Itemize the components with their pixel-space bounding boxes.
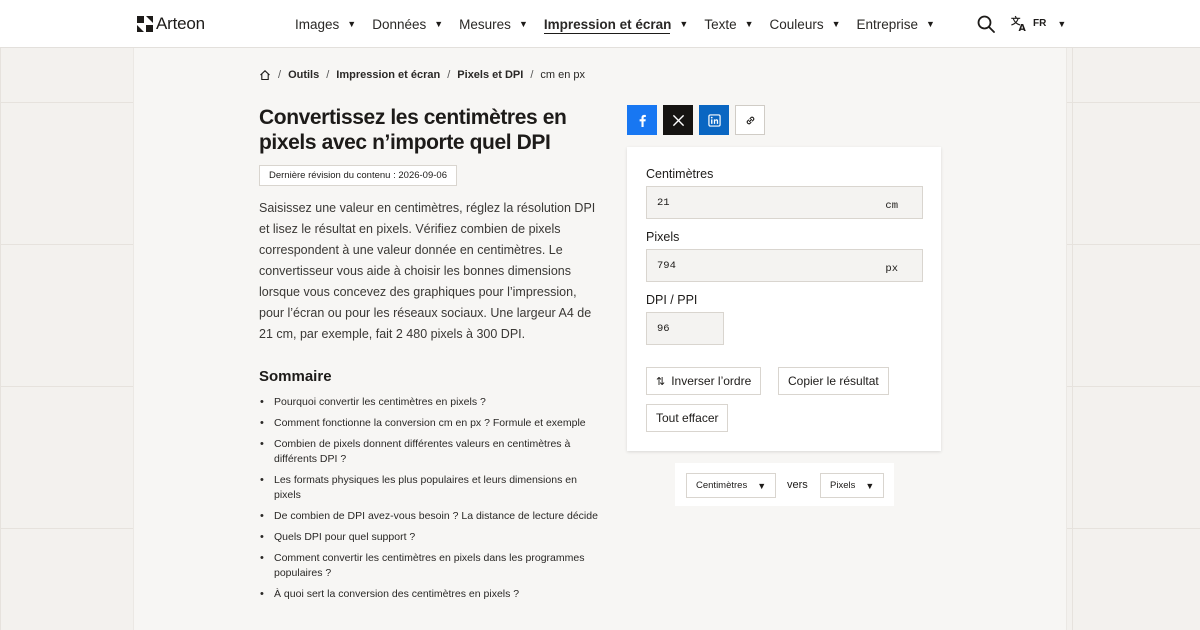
nav-item-entreprise[interactable]: Entreprise ▼ — [857, 0, 935, 48]
caret-down-icon: ▼ — [757, 480, 767, 491]
toc-item[interactable]: De combien de DPI avez-vous besoin ? La … — [259, 509, 599, 524]
language-selector[interactable]: 文 A FR ▼ — [1011, 15, 1066, 32]
converter-panel: Centimètres 21 cm Pixels 794 px DPI / PP… — [627, 147, 941, 451]
nav-item-texte[interactable]: Texte ▼ — [704, 0, 753, 48]
breadcrumb-separator: / — [447, 69, 451, 81]
breadcrumb-separator: / — [326, 69, 330, 81]
facebook-icon — [639, 114, 646, 127]
translate-icon: 文 A — [1011, 15, 1027, 32]
caret-down-icon: ▼ — [347, 19, 357, 29]
px-value: 794 — [657, 259, 676, 272]
breadcrumb-pixels-dpi[interactable]: Pixels et DPI — [457, 69, 523, 81]
toc-item[interactable]: Quels DPI pour quel support ? — [259, 530, 599, 545]
language-code: FR — [1033, 18, 1047, 29]
logo-text: Arteon — [156, 14, 205, 33]
px-unit: px — [885, 263, 898, 275]
share-buttons — [627, 105, 765, 135]
intro-paragraph: Saisissez une valeur en centimètres, rég… — [259, 201, 596, 341]
share-linkedin-button[interactable] — [699, 105, 729, 135]
caret-down-icon: ▼ — [744, 19, 754, 29]
cm-value: 21 — [657, 196, 670, 209]
nav-item-impression-ecran[interactable]: Impression et écran ▼ — [543, 0, 689, 48]
nav-label: Images — [295, 16, 340, 32]
breadcrumb-outils[interactable]: Outils — [288, 69, 319, 81]
clear-all-button[interactable]: Tout effacer — [646, 404, 729, 432]
nav-label: Impression et écran — [543, 16, 672, 32]
cm-unit: cm — [885, 200, 898, 212]
search-button[interactable] — [977, 15, 995, 33]
x-icon — [672, 114, 684, 126]
nav-label: Mesures — [459, 16, 511, 32]
search-icon — [977, 15, 995, 33]
nav-item-donnees[interactable]: Données ▼ — [372, 0, 443, 48]
nav-item-images[interactable]: Images ▼ — [295, 0, 356, 48]
caret-down-icon: ▼ — [518, 19, 528, 29]
to-unit-value: Pixels — [830, 480, 856, 491]
toc-item[interactable]: Comment convertir les centimètres en pix… — [259, 551, 599, 581]
caret-down-icon: ▼ — [926, 19, 935, 29]
nav-label: Texte — [704, 16, 737, 32]
breadcrumb-separator: / — [530, 69, 534, 81]
direction-vers: vers — [787, 479, 808, 491]
dpi-input[interactable]: 96 — [646, 312, 724, 345]
caret-down-icon: ▼ — [1057, 18, 1067, 29]
from-unit-value: Centimètres — [696, 480, 748, 491]
toc-title: Sommaire — [259, 368, 332, 385]
to-unit-select[interactable]: Pixels ▼ — [820, 473, 885, 498]
conversion-direction: Centimètres ▼ vers Pixels ▼ — [675, 463, 894, 506]
breadcrumb-current: cm en px — [540, 69, 586, 81]
copy-result-label: Copier le résultat — [788, 374, 879, 388]
share-x-button[interactable] — [663, 105, 693, 135]
dpi-label: DPI / PPI — [646, 293, 698, 307]
px-label: Pixels — [646, 230, 680, 244]
caret-down-icon: ▼ — [865, 480, 875, 491]
breadcrumb-separator: / — [278, 69, 282, 81]
main-content: / Outils / Impression et écran / Pixels … — [134, 48, 1066, 630]
from-unit-select[interactable]: Centimètres ▼ — [686, 473, 777, 498]
breadcrumb: / Outils / Impression et écran / Pixels … — [259, 69, 585, 81]
toc-item[interactable]: Les formats physiques les plus populaire… — [259, 473, 599, 503]
home-icon[interactable] — [259, 69, 271, 81]
toc-item[interactable]: À quoi sert la conversion des centimètre… — [259, 587, 599, 602]
logo-icon — [137, 16, 153, 32]
swap-order-button[interactable]: ⇅ Inverser l’ordre — [646, 367, 762, 395]
share-facebook-button[interactable] — [627, 105, 657, 135]
copy-result-button[interactable]: Copier le résultat — [778, 367, 889, 395]
toc-item[interactable]: Pourquoi convertir les centimètres en pi… — [259, 395, 599, 410]
nav-item-mesures[interactable]: Mesures ▼ — [459, 0, 528, 48]
revision-badge: Dernière révision du contenu : 2026-09-0… — [259, 165, 457, 186]
nav-label: Entreprise — [856, 16, 919, 32]
clear-all-label: Tout effacer — [656, 411, 719, 425]
nav-label: Données — [372, 16, 427, 32]
breadcrumb-impression-ecran[interactable]: Impression et écran — [336, 69, 440, 81]
caret-down-icon: ▼ — [679, 19, 689, 29]
nav-label: Couleurs — [769, 16, 824, 32]
toc-item[interactable]: Comment fonctionne la conversion cm en p… — [259, 416, 599, 431]
link-icon — [746, 116, 754, 124]
cm-input[interactable]: 21 cm — [646, 186, 923, 219]
caret-down-icon: ▼ — [434, 19, 444, 29]
swap-icon: ⇅ — [656, 375, 666, 388]
logo[interactable]: Arteon — [137, 14, 205, 34]
svg-text:A: A — [1019, 23, 1027, 32]
page-title: Convertissez les centimètres en pixels a… — [259, 106, 567, 154]
main-nav: Images ▼ Données ▼ Mesures ▼ Impression … — [295, 0, 951, 48]
top-navigation-bar: Arteon Images ▼ Données ▼ Mesures ▼ Impr… — [0, 0, 1200, 48]
px-input[interactable]: 794 px — [646, 249, 923, 282]
nav-item-couleurs[interactable]: Couleurs ▼ — [770, 0, 841, 48]
cm-label: Centimètres — [646, 167, 714, 181]
swap-label: Inverser l’ordre — [671, 374, 752, 388]
dpi-value: 96 — [657, 322, 670, 335]
copy-link-button[interactable] — [735, 105, 765, 135]
linkedin-icon — [707, 113, 721, 127]
toc-item[interactable]: Combien de pixels donnent différentes va… — [259, 437, 599, 467]
caret-down-icon: ▼ — [831, 19, 841, 29]
table-of-contents: Pourquoi convertir les centimètres en pi… — [259, 395, 599, 608]
